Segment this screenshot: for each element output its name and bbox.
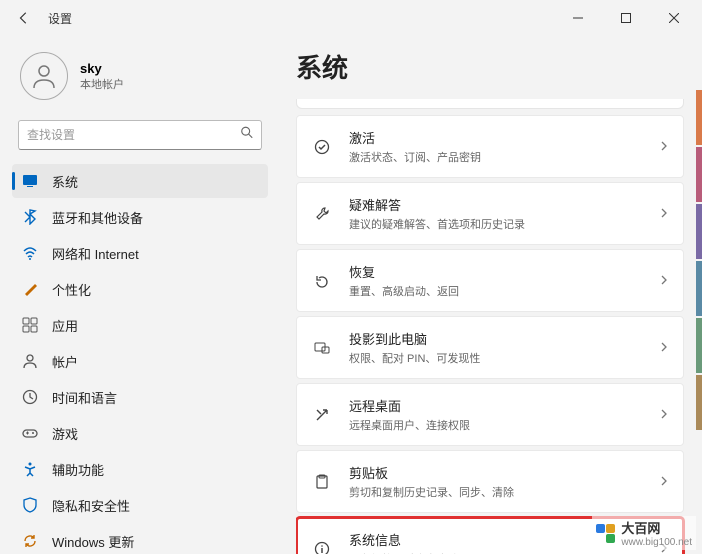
card-title: 剪贴板 <box>349 463 643 482</box>
shield-icon <box>22 497 38 513</box>
card-subtitle: 建议的疑难解答、首选项和历史记录 <box>349 216 643 232</box>
sidebar-item-network[interactable]: 网络和 Internet <box>12 236 268 270</box>
chevron-right-icon <box>659 274 669 288</box>
wrench-icon <box>311 206 333 222</box>
person-icon <box>22 353 38 369</box>
setting-card-remote[interactable]: 远程桌面 远程桌面用户、连接权限 <box>296 383 684 446</box>
card-subtitle: 激活状态、订阅、产品密钥 <box>349 149 643 165</box>
sidebar-item-system[interactable]: 系统 <box>12 164 268 198</box>
minimize-button[interactable] <box>558 4 598 32</box>
card-title: 投影到此电脑 <box>349 329 643 348</box>
chevron-right-icon <box>659 475 669 489</box>
page-title: 系统 <box>296 48 698 85</box>
clock-icon <box>22 389 38 405</box>
back-button[interactable] <box>8 2 40 34</box>
setting-card-clipboard[interactable]: 剪贴板 剪切和复制历史记录、同步、清除 <box>296 450 684 513</box>
sidebar-item-privacy[interactable]: 隐私和安全性 <box>12 488 268 522</box>
sidebar-item-label: 隐私和安全性 <box>52 496 130 515</box>
settings-list[interactable]: 激活 激活状态、订阅、产品密钥 疑难解答 建议的疑难解答、首选项和历史记录 恢复… <box>296 99 698 554</box>
sidebar-item-personalization[interactable]: 个性化 <box>12 272 268 306</box>
sidebar-item-label: 游戏 <box>52 424 78 443</box>
sidebar-item-label: 网络和 Internet <box>52 244 139 263</box>
wifi-icon <box>22 245 38 261</box>
sidebar-item-label: 应用 <box>52 316 78 335</box>
project-icon <box>311 340 333 356</box>
sidebar-item-accessibility[interactable]: 辅助功能 <box>12 452 268 486</box>
card-subtitle: 剪切和复制历史记录、同步、清除 <box>349 484 643 500</box>
brush-icon <box>22 281 38 297</box>
sidebar-item-accounts[interactable]: 帐户 <box>12 344 268 378</box>
user-profile[interactable]: sky 本地帐户 <box>12 44 268 116</box>
game-icon <box>22 425 38 441</box>
sidebar-item-gaming[interactable]: 游戏 <box>12 416 268 450</box>
clipboard-icon <box>311 474 333 490</box>
chevron-right-icon <box>659 140 669 154</box>
search-icon <box>240 126 254 145</box>
user-account-type: 本地帐户 <box>80 76 124 92</box>
sidebar-item-update[interactable]: Windows 更新 <box>12 524 268 554</box>
chevron-right-icon <box>659 207 669 221</box>
search-input[interactable] <box>18 120 262 150</box>
card-subtitle: 重置、高级启动、返回 <box>349 283 643 299</box>
sidebar-item-label: 时间和语言 <box>52 388 117 407</box>
card-subtitle: 权限、配对 PIN、可发现性 <box>349 350 643 366</box>
sidebar-item-label: 系统 <box>52 172 78 191</box>
sidebar-item-label: 帐户 <box>52 352 78 371</box>
watermark: 大百网 www.big100.net <box>592 516 696 550</box>
sidebar-item-label: 辅助功能 <box>52 460 104 479</box>
setting-card-project[interactable]: 投影到此电脑 权限、配对 PIN、可发现性 <box>296 316 684 379</box>
access-icon <box>22 461 38 477</box>
close-button[interactable] <box>654 4 694 32</box>
chevron-right-icon <box>659 341 669 355</box>
setting-card-troubleshoot[interactable]: 疑难解答 建议的疑难解答、首选项和历史记录 <box>296 182 684 245</box>
sidebar-item-bluetooth[interactable]: 蓝牙和其他设备 <box>12 200 268 234</box>
sidebar-item-label: 蓝牙和其他设备 <box>52 208 143 227</box>
card-title: 激活 <box>349 128 643 147</box>
card-overflow-stub <box>296 99 684 109</box>
update-icon <box>22 533 38 549</box>
check-circle-icon <box>311 139 333 155</box>
card-title: 恢复 <box>349 262 643 281</box>
setting-card-activation[interactable]: 激活 激活状态、订阅、产品密钥 <box>296 115 684 178</box>
window-title: 设置 <box>48 10 72 27</box>
sidebar-item-time[interactable]: 时间和语言 <box>12 380 268 414</box>
chevron-right-icon <box>659 408 669 422</box>
user-name: sky <box>80 61 124 76</box>
setting-card-recovery[interactable]: 恢复 重置、高级启动、返回 <box>296 249 684 312</box>
info-icon <box>311 541 333 554</box>
maximize-button[interactable] <box>606 4 646 32</box>
grid-icon <box>22 317 38 333</box>
sidebar-item-apps[interactable]: 应用 <box>12 308 268 342</box>
sidebar-item-label: 个性化 <box>52 280 91 299</box>
monitor-icon <box>22 173 38 189</box>
card-title: 远程桌面 <box>349 396 643 415</box>
avatar-icon <box>20 52 68 100</box>
decorative-edge <box>696 90 702 432</box>
bluetooth-icon <box>22 209 38 225</box>
sidebar-item-label: Windows 更新 <box>52 532 134 551</box>
card-title: 疑难解答 <box>349 195 643 214</box>
card-subtitle: 远程桌面用户、连接权限 <box>349 417 643 433</box>
recovery-icon <box>311 273 333 289</box>
remote-icon <box>311 407 333 423</box>
